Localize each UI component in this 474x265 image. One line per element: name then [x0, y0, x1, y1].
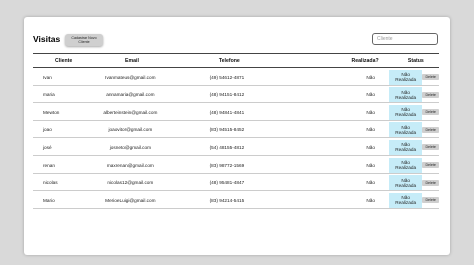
cell-email: maxrenan@gmail.com: [106, 162, 154, 168]
cell-realizada: Não: [366, 144, 375, 150]
cell-cliente: maria: [43, 92, 55, 98]
cell-status: Não Realizada Delete: [388, 122, 439, 138]
cell-telefone: (54) 48155-4812: [209, 144, 245, 150]
cell-realizada: Não: [366, 197, 375, 203]
table-row: renan maxrenan@gmail.com (83) 98772-1569…: [33, 157, 439, 174]
status-badge[interactable]: Não Realizada: [388, 69, 423, 85]
cell-status: Não Realizada Delete: [388, 69, 439, 85]
cell-realizada: Não: [366, 92, 375, 98]
cell-cliente: joao: [43, 127, 52, 133]
status-badge[interactable]: Não Realizada: [388, 104, 423, 120]
cell-email: Ivanmateus@gmail.com: [105, 74, 156, 80]
client-search-input[interactable]: [372, 33, 438, 45]
cell-status: Não Realizada Delete: [388, 87, 439, 103]
status-badge[interactable]: Não Realizada: [388, 122, 423, 138]
cell-telefone: (83) 94214-5415: [209, 197, 245, 203]
status-badge[interactable]: Não Realizada: [388, 139, 423, 155]
cell-email: joaovitor@gmail.com: [108, 127, 153, 133]
cell-status: Não Realizada Delete: [388, 175, 439, 191]
cell-email: nicolas12@gmail.com: [107, 180, 154, 186]
cell-email: alberteinstein@gmail.com: [103, 109, 158, 115]
cell-cliente: Mario: [43, 197, 55, 203]
column-header-realizada: Realizada?: [351, 57, 379, 64]
delete-button[interactable]: Delete: [422, 109, 439, 116]
cell-telefone: (48) 95481-4847: [209, 180, 245, 186]
cell-telefone: (83) 98772-1569: [209, 162, 245, 168]
cell-cliente: josé: [43, 144, 52, 150]
delete-button[interactable]: Delete: [422, 144, 439, 151]
table-row: Ivan Ivanmateus@gmail.com (49) 54612-487…: [33, 69, 439, 86]
delete-button[interactable]: Delete: [422, 179, 439, 186]
cell-telefone: (83) 94515-8452: [209, 127, 245, 133]
cell-email: MerioeLuigi@gmail.com: [105, 197, 156, 203]
status-badge[interactable]: Não Realizada: [388, 192, 423, 208]
cell-realizada: Não: [366, 74, 375, 80]
register-client-button[interactable]: Cadastrar Novo Cliente: [65, 34, 103, 46]
delete-button[interactable]: Delete: [422, 91, 439, 98]
column-header-status: Status: [407, 57, 424, 64]
table-row: Mario MerioeLuigi@gmail.com (83) 94214-5…: [33, 192, 439, 209]
page-title: Visitas: [33, 34, 61, 44]
status-badge[interactable]: Não Realizada: [388, 87, 423, 103]
visits-card: Visitas Cadastrar Novo Cliente Cliente E…: [24, 17, 450, 255]
table-row: joao joaovitor@gmail.com (83) 94515-8452…: [33, 122, 439, 139]
delete-button[interactable]: Delete: [422, 197, 439, 204]
cell-realizada: Não: [366, 127, 375, 133]
delete-button[interactable]: Delete: [422, 74, 439, 81]
cell-cliente: Mewton: [43, 109, 60, 115]
delete-button[interactable]: Delete: [422, 126, 439, 133]
cell-email: josneto@gmail.com: [109, 144, 151, 150]
cell-email: annamaria@gmail.com: [106, 92, 155, 98]
table-row: Mewton alberteinstein@gmail.com (48) 948…: [33, 104, 439, 121]
visits-table: Cliente Email Telefone Realizada? Status…: [33, 53, 439, 209]
status-badge[interactable]: Não Realizada: [388, 157, 423, 173]
table-row: maria annamaria@gmail.com (48) 94151-841…: [33, 87, 439, 104]
table-header: Cliente Email Telefone Realizada? Status: [33, 53, 439, 68]
status-badge[interactable]: Não Realizada: [388, 175, 423, 191]
column-header-email: Email: [125, 57, 139, 64]
delete-button[interactable]: Delete: [422, 162, 439, 169]
table-row: nicolas nicolas12@gmail.com (48) 95481-4…: [33, 175, 439, 192]
cell-realizada: Não: [366, 162, 375, 168]
cell-cliente: Ivan: [43, 74, 52, 80]
column-header-cliente: Cliente: [55, 57, 73, 64]
column-header-telefone: Telefone: [218, 57, 240, 64]
cell-telefone: (48) 94841-4841: [209, 109, 245, 115]
cell-status: Não Realizada Delete: [388, 192, 439, 208]
table-row: josé josneto@gmail.com (54) 48155-4812 N…: [33, 139, 439, 156]
cell-cliente: renan: [43, 162, 55, 168]
cell-status: Não Realizada Delete: [388, 139, 439, 155]
cell-realizada: Não: [366, 109, 375, 115]
cell-telefone: (49) 54612-4871: [209, 74, 245, 80]
cell-realizada: Não: [366, 180, 375, 186]
cell-telefone: (48) 94151-8412: [209, 92, 245, 98]
cell-cliente: nicolas: [43, 180, 58, 186]
cell-status: Não Realizada Delete: [388, 104, 439, 120]
cell-status: Não Realizada Delete: [388, 157, 439, 173]
